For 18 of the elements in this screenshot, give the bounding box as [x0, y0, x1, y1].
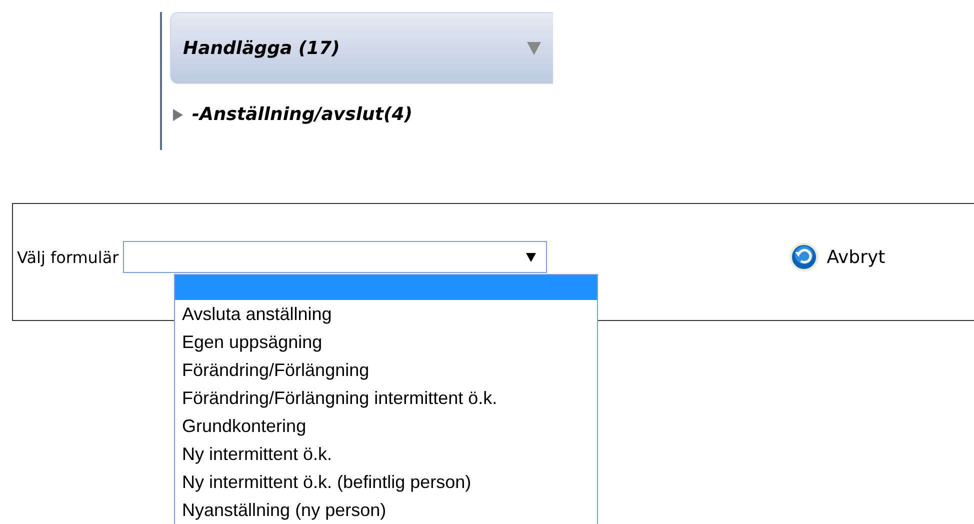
caret-icon [526, 252, 536, 262]
panel-title: Handlägga (17) [183, 38, 340, 58]
dropdown-option[interactable]: Avsluta anställning [175, 300, 597, 328]
undo-icon [788, 242, 819, 272]
form-dropdown[interactable] [122, 241, 547, 273]
dropdown-option[interactable]: Förändring/Förlängning [175, 356, 597, 384]
dropdown-option[interactable]: Ny intermittent ö.k. [175, 440, 597, 468]
dropdown-option[interactable]: Nyanställning (ny person) [175, 496, 597, 524]
cancel-button[interactable]: Avbryt [788, 242, 886, 272]
field-label: Välj formulär [17, 248, 119, 266]
dropdown-option[interactable]: Förändring/Förlängning intermittent ö.k. [175, 384, 597, 412]
dropdown-option[interactable]: Ny intermittent ö.k. (befintlig person) [175, 468, 597, 496]
dropdown-option[interactable]: Egen uppsägning [175, 328, 597, 356]
tree-item[interactable]: -Anställning/avslut(4) [192, 104, 412, 125]
panel-header[interactable]: Handlägga (17) [170, 12, 553, 84]
dropdown-option[interactable]: Grundkontering [175, 412, 597, 440]
expand-icon[interactable] [172, 108, 184, 120]
caret-icon[interactable] [527, 41, 541, 55]
